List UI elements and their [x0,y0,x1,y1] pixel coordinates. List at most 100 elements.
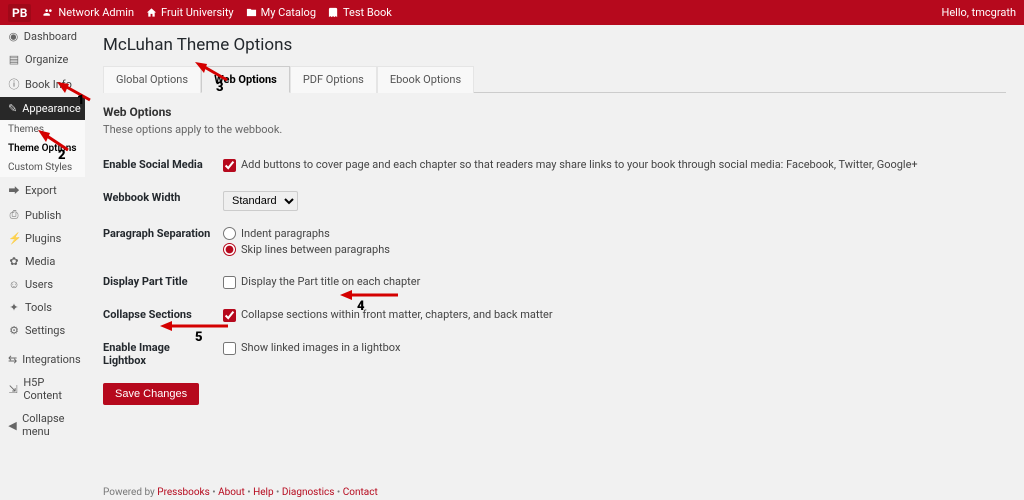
desc-image-lightbox: Show linked images in a lightbox [241,341,400,354]
select-webbook-width[interactable]: Standard [223,191,298,211]
footer-link-contact[interactable]: Contact [343,487,378,498]
top-test-book[interactable]: Test Book [328,6,392,19]
home-icon [146,7,157,18]
radio-skip[interactable]: Skip lines between paragraphs [223,243,1006,256]
top-bar-left: PB Network Admin Fruit University My Cat… [8,4,392,22]
sidebar-item-settings[interactable]: ⚙Settings [0,319,85,342]
sidebar-item-plugins[interactable]: ⚡ Plugins [0,227,85,250]
sidebar-item-organize[interactable]: ▤ Organize [0,48,85,71]
tab-global-options[interactable]: Global Options [103,66,201,93]
footer-link-pressbooks[interactable]: Pressbooks [157,487,209,498]
tab-ebook-options[interactable]: Ebook Options [377,66,474,93]
checkbox-image-lightbox-input[interactable] [223,342,236,355]
h5p-icon: ⇲ [8,383,18,396]
sidebar-item-appearance[interactable]: ✎Appearance [0,97,85,120]
sidebar-sub-theme-options[interactable]: Theme Options [0,139,85,158]
checkbox-part-title-input[interactable] [223,276,236,289]
sidebar-export-label: Export [25,184,57,197]
checkbox-part-title[interactable]: Display the Part title on each chapter [223,275,420,289]
sidebar-item-publish[interactable]: ⎙Publish [0,203,85,227]
media-icon: ✿ [8,255,20,268]
top-my-catalog[interactable]: My Catalog [246,6,316,19]
top-catalog-label: My Catalog [261,6,316,19]
sidebar-media-label: Media [25,255,55,268]
top-fruit-university[interactable]: Fruit University [146,6,234,19]
top-user-greeting[interactable]: Hello, tmcgrath [941,6,1016,19]
sidebar-item-integrations[interactable]: ⇆Integrations [0,348,85,371]
checkbox-social-media-input[interactable] [223,159,236,172]
checkbox-image-lightbox[interactable]: Show linked images in a lightbox [223,341,400,355]
row-image-lightbox: Enable Image Lightbox Show linked images… [103,333,1006,375]
checkbox-collapse-sections-input[interactable] [223,309,236,322]
top-network-admin-label: Network Admin [58,6,134,19]
radio-skip-label: Skip lines between paragraphs [241,243,390,256]
label-image-lightbox: Enable Image Lightbox [103,333,223,375]
sidebar-tools-label: Tools [25,301,52,314]
save-changes-button[interactable]: Save Changes [103,383,199,405]
label-collapse-sections: Collapse Sections [103,300,223,333]
footer-link-about[interactable]: About [218,487,245,498]
plug-icon: ⚡ [8,232,20,245]
row-webbook-width: Webbook Width Standard [103,183,1006,219]
radio-indent-input[interactable] [223,227,236,240]
desc-part-title: Display the Part title on each chapter [241,275,420,288]
radio-skip-input[interactable] [223,243,236,256]
desc-collapse-sections: Collapse sections within front matter, c… [241,308,553,321]
sidebar-item-users[interactable]: ☺Users [0,273,85,296]
hello-user-label: Hello, tmcgrath [941,6,1016,19]
info-icon: ⓘ [8,76,20,92]
radio-indent-label: Indent paragraphs [241,227,330,240]
sidebar-appearance-label: Appearance [22,102,81,115]
pressbooks-logo[interactable]: PB [8,4,31,22]
sidebar-users-label: Users [25,278,53,291]
sidebar-publish-label: Publish [25,209,61,222]
checkbox-collapse-sections[interactable]: Collapse sections within front matter, c… [223,308,553,322]
sidebar-collapse-label: Collapse menu [22,412,77,438]
desc-social-media: Add buttons to cover page and each chapt… [241,158,918,171]
top-network-admin[interactable]: Network Admin [43,6,134,19]
footer: Powered by Pressbooks • About • Help • D… [103,487,378,498]
sidebar-item-media[interactable]: ✿ Media [0,250,85,273]
export-icon: ⮕ [8,182,20,198]
organize-icon: ▤ [8,53,20,66]
top-testbook-label: Test Book [343,6,392,19]
sidebar-dashboard-label: Dashboard [24,30,77,43]
checkbox-social-media[interactable]: Add buttons to cover page and each chapt… [223,158,918,172]
collapse-icon: ◀ [8,419,17,432]
sidebar-organize-label: Organize [25,53,68,66]
label-paragraph-separation: Paragraph Separation [103,219,223,267]
label-part-title: Display Part Title [103,267,223,300]
row-collapse-sections: Collapse Sections Collapse sections with… [103,300,1006,333]
tab-pdf-options[interactable]: PDF Options [290,66,377,93]
link-icon: ⇆ [8,353,17,366]
tab-bar: Global Options Web Options PDF Options E… [103,65,1006,93]
sidebar-item-dashboard[interactable]: ◉ Dashboard [0,25,85,48]
label-webbook-width: Webbook Width [103,183,223,219]
footer-link-help[interactable]: Help [253,487,273,498]
sidebar-item-collapse[interactable]: ◀ Collapse menu [0,407,85,443]
sidebar-item-h5p[interactable]: ⇲ H5P Content [0,371,85,407]
page-title: McLuhan Theme Options [103,35,1006,55]
top-fruit-label: Fruit University [161,6,234,19]
section-desc: These options apply to the webbook. [103,123,1006,136]
admin-sidebar: ◉ Dashboard ▤ Organize ⓘBook Info ✎Appeara… [0,25,85,500]
section-title: Web Options [103,105,1006,119]
sidebar-sub-themes[interactable]: Themes [0,120,85,139]
footer-link-diagnostics[interactable]: Diagnostics [282,487,335,498]
tab-web-options[interactable]: Web Options [201,66,290,93]
content-area: McLuhan Theme Options Global Options Web… [85,25,1024,500]
sidebar-plugins-label: Plugins [25,232,61,245]
options-form-table: Enable Social Media Add buttons to cover… [103,150,1006,375]
sidebar-sub-custom-styles[interactable]: Custom Styles [0,158,85,177]
footer-powered-label: Powered by [103,487,157,498]
folder-icon [246,7,257,18]
row-paragraph-separation: Paragraph Separation Indent paragraphs S… [103,219,1006,267]
sidebar-item-export[interactable]: ⮕ Export [0,177,85,203]
dashboard-icon: ◉ [8,30,19,43]
sidebar-item-bookinfo[interactable]: ⓘBook Info [0,71,85,97]
sidebar-item-tools[interactable]: ✦Tools [0,296,85,319]
sidebar-h5p-label: H5P Content [23,376,77,402]
radio-indent[interactable]: Indent paragraphs [223,227,1006,240]
users-icon [43,7,54,18]
row-part-title: Display Part Title Display the Part titl… [103,267,1006,300]
